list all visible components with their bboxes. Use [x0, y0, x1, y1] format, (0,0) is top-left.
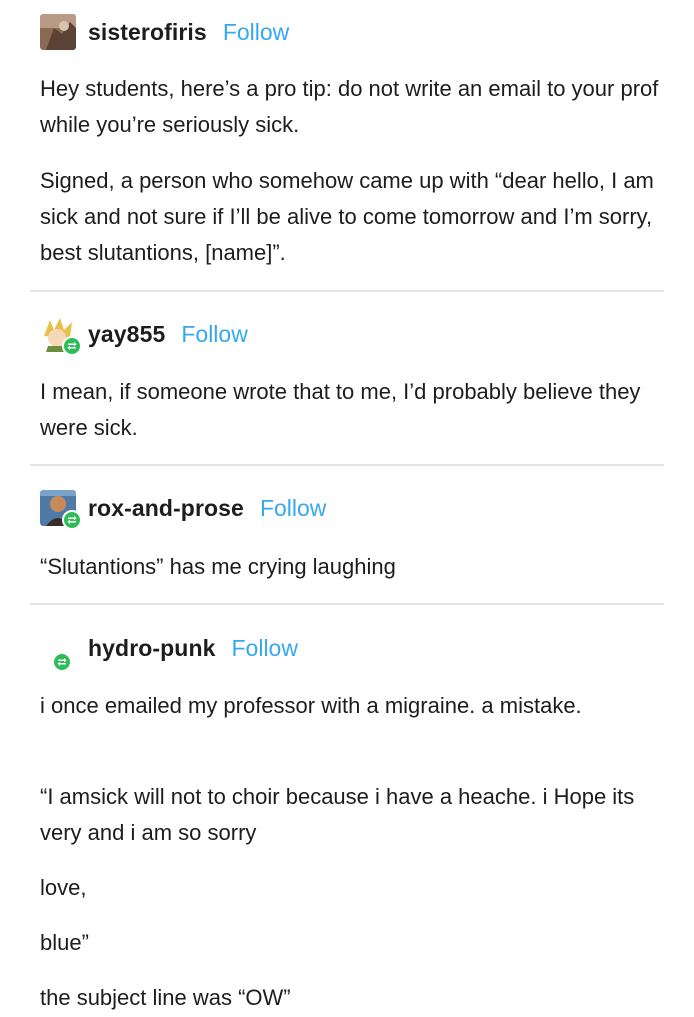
follow-button[interactable]: Follow	[181, 321, 247, 348]
post-paragraph: Signed, a person who somehow came up wit…	[40, 168, 654, 265]
avatar[interactable]	[40, 630, 76, 672]
post-paragraph: blue”	[40, 930, 89, 955]
follow-button[interactable]: Follow	[260, 495, 326, 522]
post-header: yay855 Follow	[40, 314, 248, 356]
post-divider	[30, 464, 664, 466]
reblog-badge-icon	[52, 652, 72, 672]
post-header: sisterofiris Follow	[40, 12, 289, 52]
reblog-badge-icon	[62, 336, 82, 356]
post-paragraph: love,	[40, 875, 87, 900]
avatar[interactable]	[40, 490, 82, 530]
post-header: hydro-punk Follow	[40, 628, 298, 672]
reblog-badge-icon	[62, 510, 82, 530]
username[interactable]: sisterofiris	[88, 19, 207, 46]
post-paragraph: Hey students, here’s a pro tip: do not w…	[40, 76, 659, 137]
username[interactable]: yay855	[88, 321, 165, 348]
username[interactable]: rox-and-prose	[88, 495, 244, 522]
post-header: rox-and-prose Follow	[40, 488, 326, 530]
user-photo-icon	[40, 14, 76, 50]
post-paragraph: “I amsick will not to choir because i ha…	[40, 784, 635, 845]
post-paragraph: i once emailed my professor with a migra…	[40, 693, 582, 718]
follow-button[interactable]: Follow	[223, 19, 289, 46]
username[interactable]: hydro-punk	[88, 635, 216, 662]
follow-button[interactable]: Follow	[232, 635, 298, 662]
post-paragraph: “Slutantions” has me crying laughing	[40, 554, 396, 579]
post-paragraph: the subject line was “OW”	[40, 985, 291, 1010]
avatar[interactable]	[40, 14, 76, 50]
post-paragraph: I mean, if someone wrote that to me, I’d…	[40, 379, 641, 440]
post-divider	[30, 290, 664, 292]
avatar[interactable]	[40, 316, 82, 356]
post-divider	[30, 603, 664, 605]
